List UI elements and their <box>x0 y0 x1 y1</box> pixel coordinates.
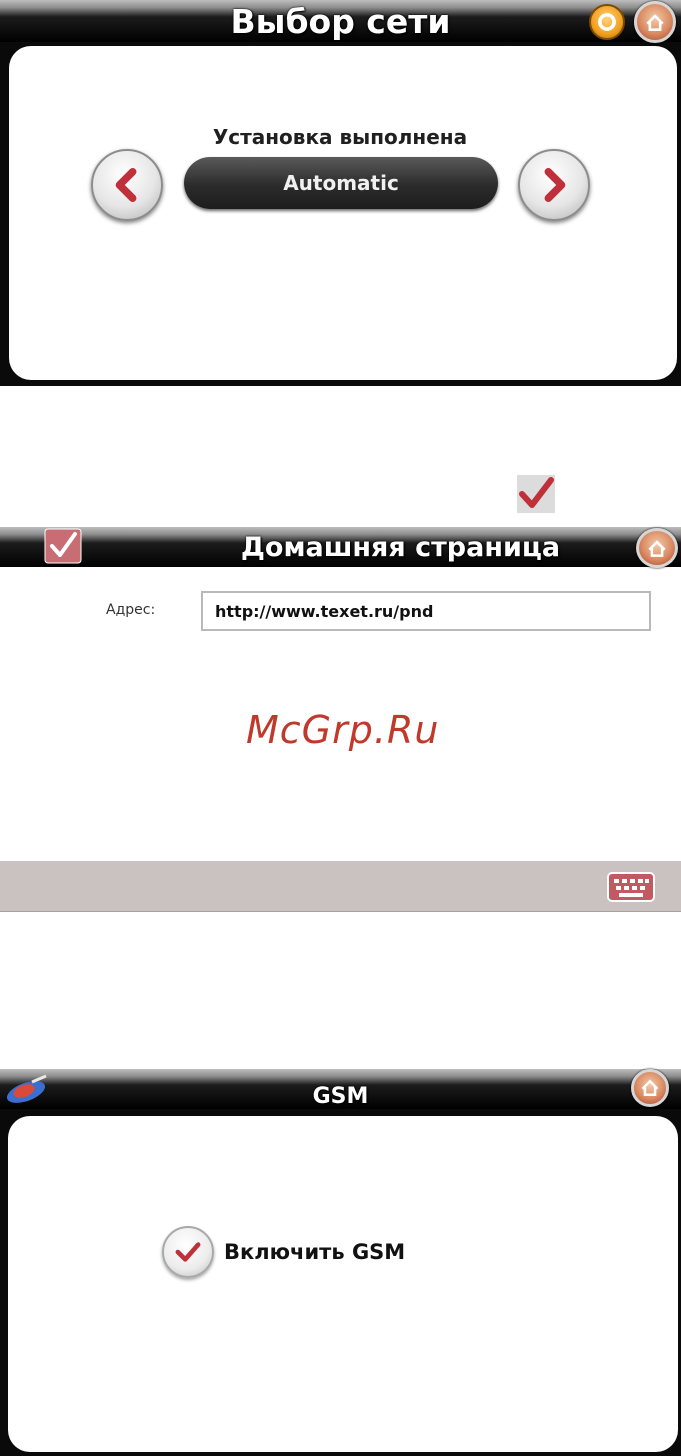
confirm-button[interactable] <box>44 528 82 564</box>
next-button[interactable] <box>518 149 590 221</box>
network-title-bar: Выбор сети <box>0 0 681 43</box>
prev-button[interactable] <box>91 149 163 221</box>
chevron-right-icon <box>544 168 566 202</box>
chevron-left-icon <box>115 168 137 202</box>
page-title: Выбор сети <box>230 2 451 41</box>
home-button[interactable] <box>634 1 676 43</box>
address-label: Адрес: <box>106 602 156 618</box>
gsm-checkbox-label[interactable]: Включить GSM <box>224 1240 405 1264</box>
page-title: GSM <box>312 1084 369 1109</box>
gsm-title-bar: GSM <box>0 1069 681 1109</box>
network-mode-value[interactable]: Automatic <box>184 157 498 209</box>
home-button[interactable] <box>636 528 678 568</box>
keyboard-bar <box>0 861 681 912</box>
home-icon <box>641 1079 659 1096</box>
gsm-checkbox[interactable] <box>162 1226 214 1278</box>
home-icon <box>646 14 664 31</box>
status-label: Установка выполнена <box>212 125 468 149</box>
keyboard-icon[interactable] <box>607 872 655 902</box>
checkmark-icon <box>175 1242 201 1262</box>
watermark: McGrp.Ru <box>246 708 440 752</box>
satellite-icon[interactable] <box>2 1072 52 1106</box>
checkmark-icon <box>517 475 555 513</box>
page-title: Домашняя страница <box>240 532 561 563</box>
home-button[interactable] <box>631 1069 669 1107</box>
gsm-panel <box>8 1116 678 1452</box>
address-field[interactable] <box>201 591 651 631</box>
gear-icon[interactable] <box>589 4 625 40</box>
home-icon <box>648 540 666 557</box>
homepage-title-bar: Домашняя страница <box>0 527 681 568</box>
